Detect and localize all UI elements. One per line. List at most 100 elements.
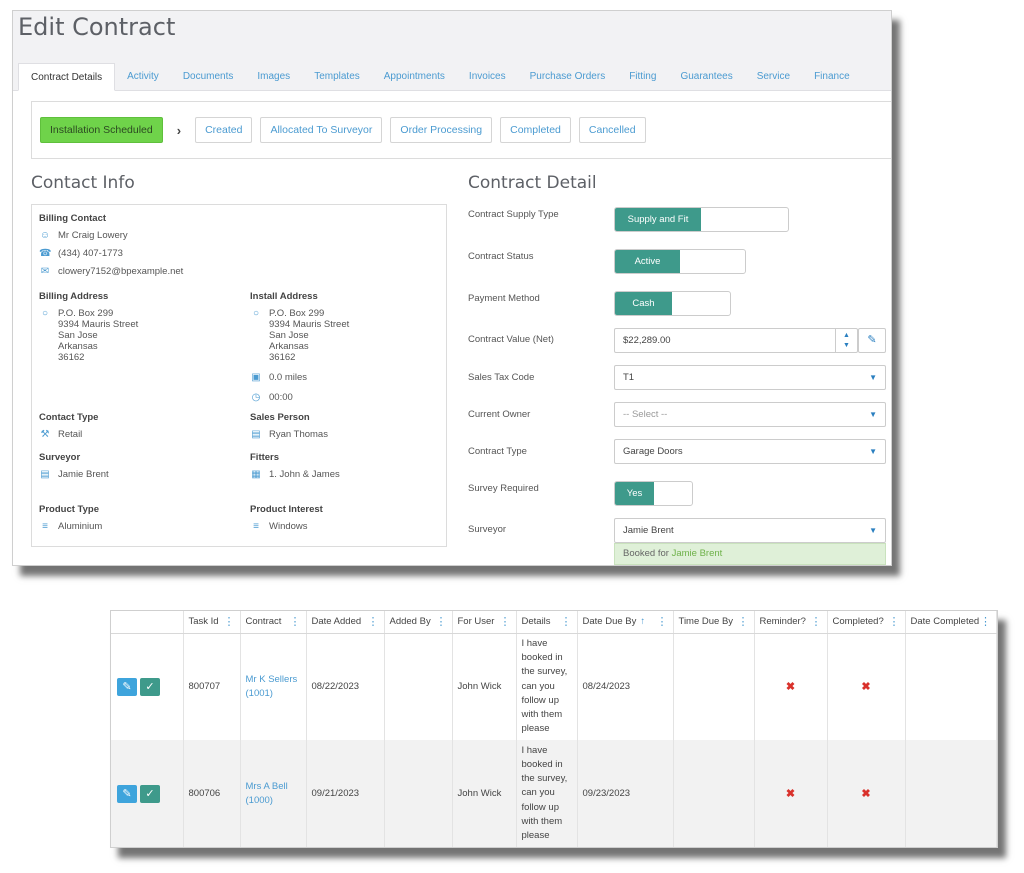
current-owner-select[interactable]: -- Select -- ▼ [614, 402, 886, 427]
product-interest-label: Product Interest [250, 504, 323, 515]
billing-contact-email: clowery7152@bpexample.net [58, 266, 184, 277]
stage-created[interactable]: Created [195, 117, 253, 143]
contract-status-toggle[interactable]: Active [614, 249, 746, 274]
billing-contact-label: Billing Contact [39, 213, 107, 224]
column-menu-icon[interactable]: ⋮ [561, 615, 572, 628]
column-menu-icon[interactable]: ⋮ [224, 615, 235, 628]
install-distance: 0.0 miles [269, 372, 308, 383]
surveyor-select[interactable]: Jamie Brent ▼ [614, 518, 886, 543]
check-icon: ✓ [145, 787, 155, 800]
tasks-panel: Task Id ⋮ Contract ⋮ Date Added ⋮ Added By ⋮… [110, 610, 998, 848]
chevron-down-icon: ▼ [869, 526, 877, 535]
stage-completed[interactable]: Completed [500, 117, 571, 143]
col-added-by[interactable]: Added By ⋮ [384, 611, 453, 634]
col-date-due-by[interactable]: Date Due By ↑ ⋮ [577, 611, 674, 634]
edit-value-button[interactable]: ✎ [858, 328, 886, 353]
tab-finance[interactable]: Finance [802, 63, 862, 91]
actions-header [111, 611, 184, 634]
stage-cancelled[interactable]: Cancelled [578, 117, 646, 143]
stage-allocated-to-surveyor[interactable]: Allocated To Surveyor [260, 117, 383, 143]
col-for-user[interactable]: For User ⋮ [452, 611, 517, 634]
edit-task-button[interactable]: ✎ [117, 784, 137, 803]
contract-type-label: Contract Type [468, 446, 527, 457]
install-address-label: Install Address [250, 291, 318, 302]
column-menu-icon[interactable]: ⋮ [738, 615, 749, 628]
tab-fitting[interactable]: Fitting [617, 63, 668, 91]
tab-templates[interactable]: Templates [302, 63, 372, 91]
survey-required-toggle[interactable]: Yes [614, 481, 693, 506]
column-menu-icon[interactable]: ⋮ [980, 615, 991, 628]
tab-purchase-orders[interactable]: Purchase Orders [518, 63, 618, 91]
complete-task-button[interactable]: ✓ [140, 677, 160, 696]
date-due-cell: 08/24/2023 [577, 633, 674, 740]
tab-activity[interactable]: Activity [115, 63, 171, 91]
column-menu-icon[interactable]: ⋮ [811, 615, 822, 628]
contract-link[interactable]: Mr K Sellers (1001) [246, 673, 301, 701]
surveyor-detail-label: Surveyor [468, 524, 507, 535]
id-card-icon: ▤ [251, 429, 261, 440]
contract-type-select[interactable]: Garage Doors ▼ [614, 439, 886, 464]
page-title: Edit Contract [18, 13, 176, 41]
column-menu-icon[interactable]: ⋮ [436, 615, 447, 628]
complete-task-button[interactable]: ✓ [140, 784, 160, 803]
col-reminder[interactable]: Reminder? ⋮ [754, 611, 828, 634]
col-date-completed[interactable]: Date Completed ⋮ [905, 611, 997, 634]
payment-method-value: Cash [615, 292, 672, 315]
tab-service[interactable]: Service [745, 63, 802, 91]
x-icon: ✖ [861, 788, 871, 800]
contract-link[interactable]: Mrs A Bell (1000) [246, 780, 301, 808]
product-type-value: Aluminium [58, 521, 103, 532]
col-contract[interactable]: Contract ⋮ [240, 611, 307, 634]
billing-contact-name: Mr Craig Lowery [58, 230, 128, 241]
date-due-cell: 09/23/2023 [577, 740, 674, 847]
column-menu-icon[interactable]: ⋮ [500, 615, 511, 628]
col-task-id[interactable]: Task Id ⋮ [183, 611, 241, 634]
sort-up-icon[interactable]: ↑ [640, 616, 645, 627]
payment-method-toggle[interactable]: Cash [614, 291, 731, 316]
table-header-row: Task Id ⋮ Contract ⋮ Date Added ⋮ Added By ⋮… [111, 611, 997, 634]
column-menu-icon[interactable]: ⋮ [290, 615, 301, 628]
column-menu-icon[interactable]: ⋮ [657, 615, 668, 628]
column-menu-icon[interactable]: ⋮ [889, 615, 900, 628]
id-card-icon: ▤ [40, 469, 50, 480]
pencil-icon: ✎ [122, 680, 132, 693]
tasks-table: Task Id ⋮ Contract ⋮ Date Added ⋮ Added By ⋮… [111, 611, 997, 847]
contact-info-title: Contact Info [31, 173, 135, 193]
supply-type-toggle[interactable]: Supply and Fit [614, 207, 789, 232]
contact-info-box: Billing Contact ☺ Mr Craig Lowery ☎ (434) … [31, 204, 447, 547]
building-icon: ▦ [251, 469, 261, 480]
added-by-cell [384, 740, 453, 847]
edit-task-button[interactable]: ✎ [117, 677, 137, 696]
contract-status-value: Active [615, 250, 680, 273]
billing-address-label: Billing Address [39, 291, 109, 302]
tab-documents[interactable]: Documents [171, 63, 246, 91]
col-completed[interactable]: Completed? ⋮ [827, 611, 906, 634]
clock-icon: ◷ [251, 392, 261, 403]
tab-images[interactable]: Images [245, 63, 302, 91]
product-type-label: Product Type [39, 504, 99, 515]
spinner-arrows-icon[interactable]: ▲ ▼ [835, 329, 857, 352]
table-row: ✎ ✓ 800707 Mr K Sellers (1001) 08/22/2023… [111, 633, 997, 740]
tab-guarantees[interactable]: Guarantees [668, 63, 744, 91]
surveyor-booked-notice: Booked for Jamie Brent [614, 543, 886, 565]
tab-contract-details[interactable]: Contract Details [18, 63, 116, 91]
column-menu-icon[interactable]: ⋮ [368, 615, 379, 628]
supply-type-label: Contract Supply Type [468, 209, 559, 220]
payment-method-label: Payment Method [468, 293, 540, 304]
tab-invoices[interactable]: Invoices [457, 63, 518, 91]
col-details[interactable]: Details ⋮ [516, 611, 578, 634]
contact-type-value: Retail [58, 429, 83, 440]
billing-address: P.O. Box 299 9394 Mauris Street San Jose… [58, 308, 139, 363]
check-icon: ✓ [145, 680, 155, 693]
task-id-cell: 800706 [183, 740, 241, 847]
contract-value-input[interactable]: $22,289.00 ▲ ▼ [614, 328, 858, 353]
sales-tax-code-select[interactable]: T1 ▼ [614, 365, 886, 390]
col-date-added[interactable]: Date Added ⋮ [306, 611, 385, 634]
task-id-cell: 800707 [183, 633, 241, 740]
x-icon: ✖ [785, 681, 796, 694]
stage-current[interactable]: Installation Scheduled [40, 117, 163, 143]
install-time: 00:00 [269, 392, 293, 403]
tab-appointments[interactable]: Appointments [372, 63, 457, 91]
stage-order-processing[interactable]: Order Processing [390, 117, 493, 143]
col-time-due-by[interactable]: Time Due By ⋮ [673, 611, 755, 634]
